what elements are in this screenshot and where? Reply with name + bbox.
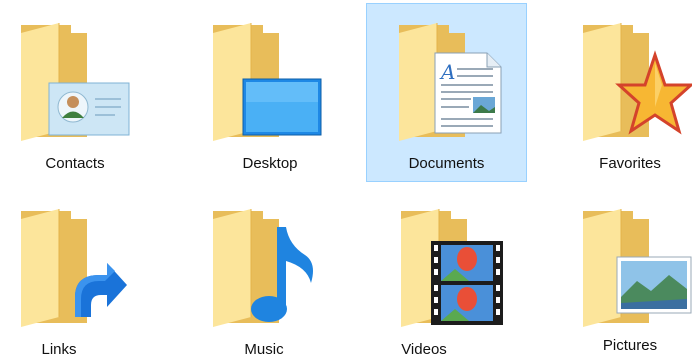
folder-pictures[interactable]: Pictures	[548, 192, 692, 364]
document-page-icon: A	[434, 52, 502, 134]
landscape-photo-icon	[616, 256, 692, 314]
folder-icon: A	[399, 23, 502, 141]
folder-links[interactable]: Links	[0, 192, 180, 364]
folder-label: Contacts	[45, 155, 105, 172]
folder-videos[interactable]: Videos	[366, 192, 546, 364]
contact-card-icon	[48, 82, 130, 136]
film-strip-icon	[431, 241, 503, 325]
folder-label: Music	[244, 341, 284, 358]
folder-icon	[21, 23, 130, 141]
folder-icon	[213, 209, 313, 327]
folder-label: Favorites	[599, 155, 661, 172]
folder-music[interactable]: Music	[182, 192, 362, 364]
folder-icon	[583, 209, 692, 327]
folder-label: Videos	[401, 341, 447, 358]
folder-label: Links	[41, 341, 77, 358]
folder-icon	[401, 209, 503, 327]
folder-label: Pictures	[602, 337, 658, 354]
folder-icon	[213, 23, 322, 141]
desktop-screen-icon	[242, 78, 322, 136]
folder-icon	[21, 209, 127, 327]
folder-label: Desktop	[242, 155, 298, 172]
folder-documents[interactable]: A Documents	[366, 3, 527, 182]
folder-icon	[583, 23, 692, 141]
svg-text:A: A	[439, 60, 455, 84]
folder-favorites[interactable]: Favorites	[548, 0, 692, 180]
folder-contacts[interactable]: Contacts	[0, 0, 180, 180]
folder-label: Documents	[408, 155, 485, 172]
folder-desktop[interactable]: Desktop	[182, 0, 362, 180]
